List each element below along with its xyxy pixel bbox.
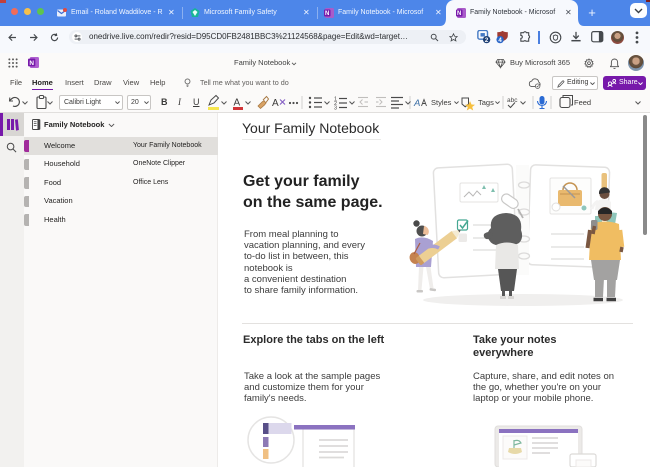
svg-text:4: 4 [498,37,502,44]
svg-text:3: 3 [334,106,337,112]
svg-text:N: N [325,11,329,17]
svg-text:N: N [457,11,461,17]
svg-text:2: 2 [485,37,489,44]
svg-text:A: A [272,98,279,109]
svg-text:N: N [29,60,34,67]
svg-text:abc: abc [507,97,518,104]
svg-text:A: A [413,98,420,109]
svg-text:A: A [234,98,241,109]
